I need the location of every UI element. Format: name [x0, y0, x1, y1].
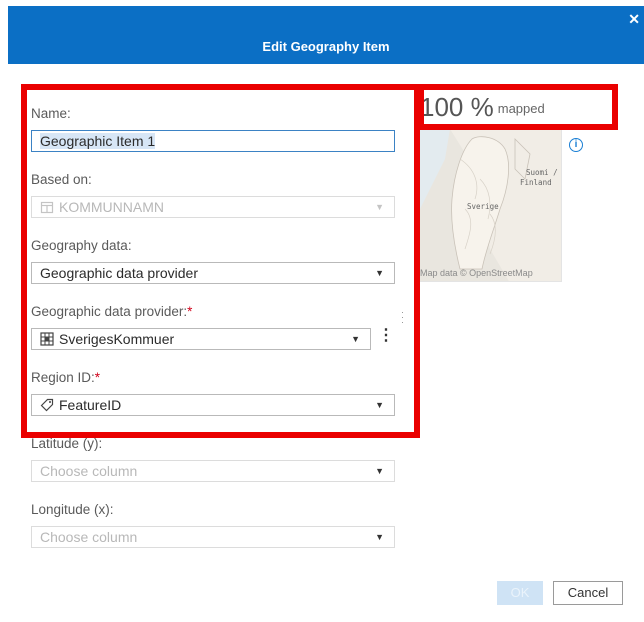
latitude-select: Choose column ▼	[31, 460, 395, 482]
map-label-sverige: Sverige	[467, 202, 499, 211]
dialog-title: Edit Geography Item	[262, 39, 390, 54]
map-image: Suomi / Finland Sverige	[420, 129, 561, 281]
dialog-footer	[8, 572, 644, 622]
latitude-placeholder: Choose column	[40, 463, 138, 479]
close-icon[interactable]: ✕	[628, 12, 640, 26]
longitude-placeholder: Choose column	[40, 529, 138, 545]
chevron-down-icon: ▼	[375, 466, 384, 476]
cancel-button[interactable]: Cancel	[553, 581, 623, 605]
map-label-finland-2: Finland	[520, 178, 552, 187]
latitude-label: Latitude (y):	[31, 436, 103, 451]
map-label-finland: Suomi /	[526, 168, 558, 177]
ok-button[interactable]: OK	[497, 581, 543, 605]
longitude-label: Longitude (x):	[31, 502, 114, 517]
info-icon[interactable]: i	[569, 138, 583, 152]
background-strip	[0, 0, 8, 622]
dialog-titlebar: Edit Geography Item ✕	[8, 6, 644, 64]
map-preview: Suomi / Finland Sverige Map data © OpenS…	[419, 128, 562, 282]
highlight-mapped-box	[418, 84, 618, 130]
chevron-down-icon: ▼	[375, 532, 384, 542]
longitude-select: Choose column ▼	[31, 526, 395, 548]
map-credit: Map data © OpenStreetMap	[420, 268, 533, 278]
highlight-form-box	[21, 84, 420, 438]
